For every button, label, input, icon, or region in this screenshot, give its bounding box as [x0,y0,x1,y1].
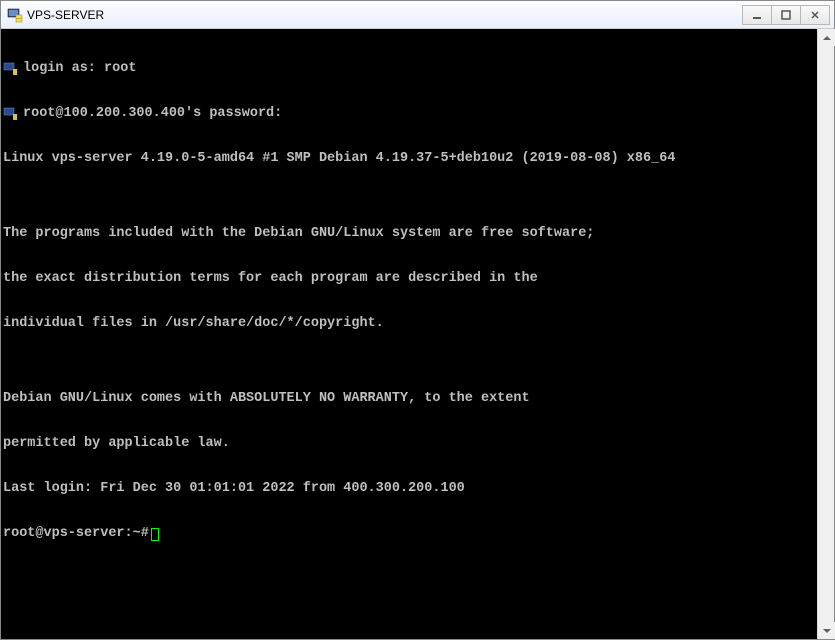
password-prompt: root@100.200.300.400's password: [23,106,282,121]
terminal-line: Debian GNU/Linux comes with ABSOLUTELY N… [3,391,815,406]
terminal-line: Linux vps-server 4.19.0-5-amd64 #1 SMP D… [3,151,815,166]
scroll-down-button[interactable] [818,622,835,639]
terminal-line: The programs included with the Debian GN… [3,226,815,241]
scroll-up-button[interactable] [818,29,835,46]
terminal-line: the exact distribution terms for each pr… [3,271,815,286]
terminal-prompt-line: root@vps-server:~# [3,526,815,541]
window-controls [743,5,830,25]
maximize-button[interactable] [771,5,801,25]
minimize-button[interactable] [742,5,772,25]
computer-icon [3,62,17,76]
login-prompt: login as: root [23,61,136,76]
arrow-up-icon [823,36,831,40]
close-button[interactable] [800,5,830,25]
putty-window: VPS-SERVER login as: root [0,0,835,640]
terminal-line: root@100.200.300.400's password: [3,106,815,121]
terminal-line: permitted by applicable law. [3,436,815,451]
terminal[interactable]: login as: root root@100.200.300.400's pa… [1,29,817,639]
terminal-line: login as: root [3,61,815,76]
terminal-area: login as: root root@100.200.300.400's pa… [1,29,834,639]
shell-prompt: root@vps-server:~# [3,526,149,541]
cursor [151,528,159,541]
terminal-line: Last login: Fri Dec 30 01:01:01 2022 fro… [3,481,815,496]
titlebar[interactable]: VPS-SERVER [1,1,834,29]
terminal-line: individual files in /usr/share/doc/*/cop… [3,316,815,331]
scrollbar[interactable] [817,29,834,639]
window-title: VPS-SERVER [27,8,743,22]
putty-icon [7,7,23,23]
computer-icon [3,107,17,121]
scroll-track[interactable] [818,46,834,622]
arrow-down-icon [823,629,831,633]
